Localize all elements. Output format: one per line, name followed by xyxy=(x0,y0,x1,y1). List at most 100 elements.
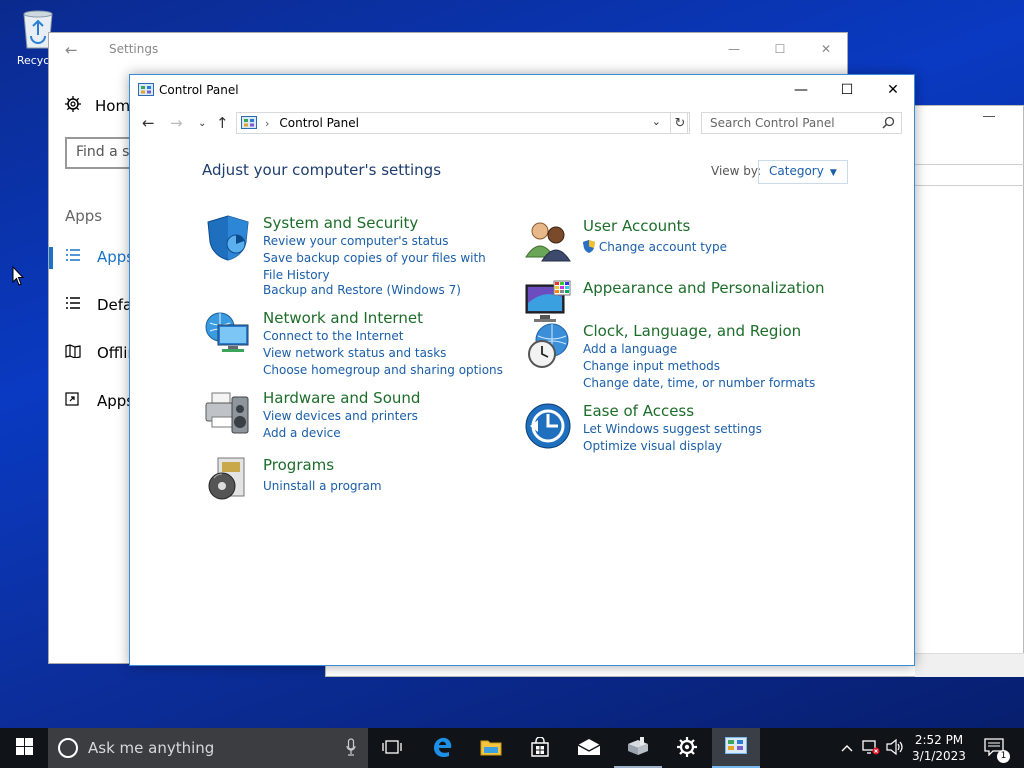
category-programs: Programs Uninstall a program xyxy=(204,456,504,506)
view-by-value: Category xyxy=(769,164,824,178)
taskbar-edge-button[interactable] xyxy=(418,728,466,768)
settings-nav-apps-features[interactable]: Apps xyxy=(49,241,130,273)
users-icon xyxy=(524,217,572,265)
microphone-icon[interactable] xyxy=(346,738,356,760)
category-title[interactable]: Hardware and Sound xyxy=(263,389,420,407)
cp-maximize-button[interactable]: ☐ xyxy=(824,75,870,105)
category-appearance-personalization: Appearance and Personalization xyxy=(524,279,844,327)
breadcrumb-control-panel[interactable]: Control Panel xyxy=(279,116,359,130)
category-title[interactable]: System and Security xyxy=(263,214,418,232)
clock-date: 3/1/2023 xyxy=(912,749,966,763)
settings-nav-label: Offlin xyxy=(97,344,130,362)
notification-count-badge: 1 xyxy=(997,749,1010,763)
taskbar-mail-button[interactable] xyxy=(565,728,613,768)
category-link[interactable]: Review your computer's status xyxy=(263,233,449,250)
volume-button[interactable] xyxy=(884,728,906,768)
breadcrumb-separator-icon[interactable]: › xyxy=(265,117,269,130)
page-title: Adjust your computer's settings xyxy=(202,161,442,179)
settings-search-input[interactable]: Find a se xyxy=(65,137,130,169)
settings-titlebar[interactable]: ← Settings — ☐ ✕ xyxy=(49,33,847,65)
control-panel-icon xyxy=(138,82,154,101)
network-globe-icon xyxy=(204,309,252,357)
taskbar-clock[interactable]: 2:52 PM 3/1/2023 xyxy=(906,732,972,764)
category-link[interactable]: Choose homegroup and sharing options xyxy=(263,362,503,379)
speaker-icon xyxy=(886,738,904,758)
settings-maximize-button[interactable]: ☐ xyxy=(757,33,803,65)
refresh-button[interactable]: ↻ xyxy=(670,112,690,134)
taskbar-store-button[interactable] xyxy=(516,728,564,768)
task-view-button[interactable] xyxy=(368,728,416,768)
background-window-strip xyxy=(915,164,1024,186)
category-link[interactable]: View devices and printers xyxy=(263,408,418,425)
task-view-icon xyxy=(382,739,402,758)
cortana-icon xyxy=(58,738,78,758)
address-dropdown-chevron-icon[interactable]: ⌄ xyxy=(652,115,661,128)
category-title[interactable]: User Accounts xyxy=(583,217,690,235)
settings-close-button[interactable]: ✕ xyxy=(803,33,849,65)
category-link[interactable]: Let Windows suggest settings xyxy=(583,421,762,438)
programs-disc-icon xyxy=(204,456,252,504)
settings-minimize-button[interactable]: — xyxy=(711,33,757,65)
background-window-footer xyxy=(915,653,1024,677)
category-title[interactable]: Appearance and Personalization xyxy=(583,279,825,297)
default-apps-icon xyxy=(65,296,81,314)
settings-nav-default-apps[interactable]: Defau xyxy=(49,289,130,321)
clock-globe-icon xyxy=(524,322,572,370)
taskbar-control-panel-button[interactable] xyxy=(712,728,760,768)
category-title[interactable]: Clock, Language, and Region xyxy=(583,322,801,340)
taskbar-settings-button[interactable] xyxy=(663,728,711,768)
category-title[interactable]: Ease of Access xyxy=(583,402,694,420)
control-panel-title: Control Panel xyxy=(159,83,239,97)
action-center-button[interactable]: 1 xyxy=(978,728,1010,768)
settings-section-header: Apps xyxy=(65,207,103,225)
category-title[interactable]: Network and Internet xyxy=(263,309,423,327)
category-link[interactable]: Save backup copies of your files with Fi… xyxy=(263,250,493,284)
search-icon[interactable] xyxy=(882,116,895,132)
category-link-with-shield[interactable]: Change account type xyxy=(583,239,727,258)
show-hidden-icons-button[interactable] xyxy=(838,728,856,768)
category-link[interactable]: Add a device xyxy=(263,425,341,442)
search-placeholder: Search Control Panel xyxy=(710,116,835,130)
category-clock-language-region: Clock, Language, and Region Add a langua… xyxy=(524,322,844,392)
network-status-button[interactable] xyxy=(860,728,882,768)
up-arrow-icon[interactable]: ↑ xyxy=(216,114,229,132)
control-panel-search-input[interactable]: Search Control Panel xyxy=(701,112,902,134)
forward-arrow-icon[interactable]: → xyxy=(170,114,183,132)
category-link[interactable]: Add a language xyxy=(583,341,677,358)
network-disconnected-icon xyxy=(862,739,880,758)
taskbar-explorer-button[interactable] xyxy=(467,728,515,768)
category-link[interactable]: Backup and Restore (Windows 7) xyxy=(263,282,461,299)
background-minimize-icon[interactable] xyxy=(983,116,995,117)
start-button[interactable] xyxy=(0,728,48,768)
settings-back-button[interactable]: ← xyxy=(65,41,78,59)
category-title[interactable]: Programs xyxy=(263,456,334,474)
view-by-label: View by: xyxy=(711,164,762,178)
category-link[interactable]: View network status and tasks xyxy=(263,345,446,362)
cp-close-button[interactable]: ✕ xyxy=(870,75,916,105)
cp-minimize-button[interactable]: — xyxy=(778,75,824,105)
view-by-dropdown[interactable]: Category ▼ xyxy=(758,160,848,184)
control-panel-titlebar[interactable]: Control Panel — ☐ ✕ xyxy=(130,75,914,105)
gear-icon xyxy=(65,96,81,116)
category-link[interactable]: Change input methods xyxy=(583,358,720,375)
recent-locations-chevron-icon[interactable]: ⌄ xyxy=(198,118,206,129)
category-link[interactable]: Change account type xyxy=(599,240,727,254)
refresh-icon: ↻ xyxy=(674,115,686,131)
settings-home-link[interactable]: Home xyxy=(65,96,130,116)
uac-shield-icon xyxy=(583,240,595,258)
settings-nav-apps-websites[interactable]: Apps xyxy=(49,385,130,417)
category-link[interactable]: Uninstall a program xyxy=(263,478,382,495)
taskbar-search-box[interactable]: Ask me anything xyxy=(48,728,368,768)
category-link[interactable]: Change date, time, or number formats xyxy=(583,375,815,392)
taskbar-server-manager-button[interactable] xyxy=(614,728,662,768)
chevron-up-icon xyxy=(841,741,853,755)
control-panel-window[interactable]: Control Panel — ☐ ✕ ← → ⌄ ↑ › Control Pa… xyxy=(129,74,915,666)
category-link[interactable]: Connect to the Internet xyxy=(263,328,403,345)
taskbar-search-placeholder: Ask me anything xyxy=(88,739,215,757)
back-arrow-icon[interactable]: ← xyxy=(142,114,155,132)
settings-nav-offline-maps[interactable]: Offlin xyxy=(49,337,130,369)
category-link[interactable]: Optimize visual display xyxy=(583,438,722,455)
category-ease-of-access: Ease of Access Let Windows suggest setti… xyxy=(524,402,844,454)
address-bar[interactable]: › Control Panel ⌄ xyxy=(236,112,688,134)
notification-icon: 1 xyxy=(984,737,1010,763)
